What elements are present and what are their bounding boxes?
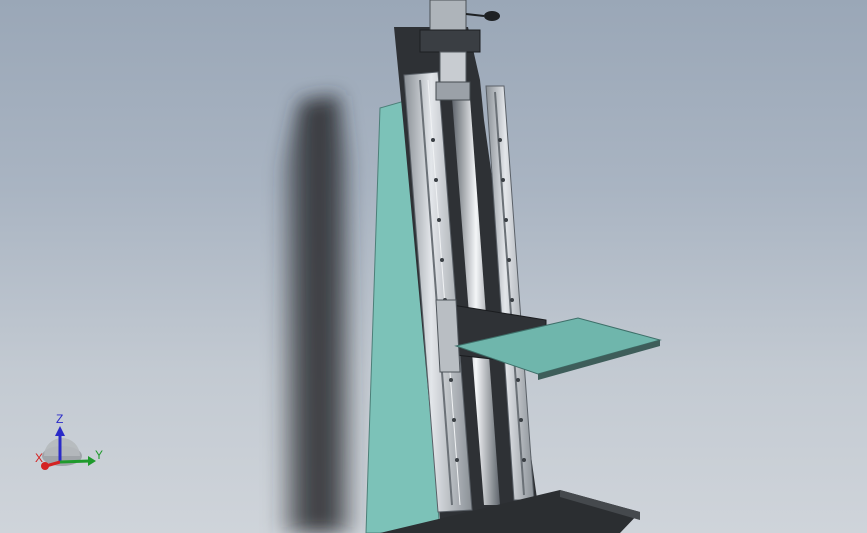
motor-mount[interactable] <box>419 29 481 53</box>
axis-x-label: X <box>35 451 44 465</box>
graphics-viewport[interactable]: Z X Y <box>0 0 867 533</box>
carriage-block[interactable] <box>435 299 461 373</box>
motor-body[interactable] <box>429 0 467 31</box>
coupling[interactable] <box>439 51 467 83</box>
cable-connector[interactable] <box>484 11 500 21</box>
model-shadow <box>275 95 360 533</box>
3d-model-scene[interactable] <box>0 0 867 533</box>
bearing-block[interactable] <box>435 81 471 101</box>
axis-triad[interactable]: Z X Y <box>30 410 110 480</box>
axis-z-label: Z <box>56 412 64 426</box>
axis-triad-graphic <box>41 426 96 470</box>
cable <box>465 13 485 17</box>
axis-y-label: Y <box>95 448 104 462</box>
